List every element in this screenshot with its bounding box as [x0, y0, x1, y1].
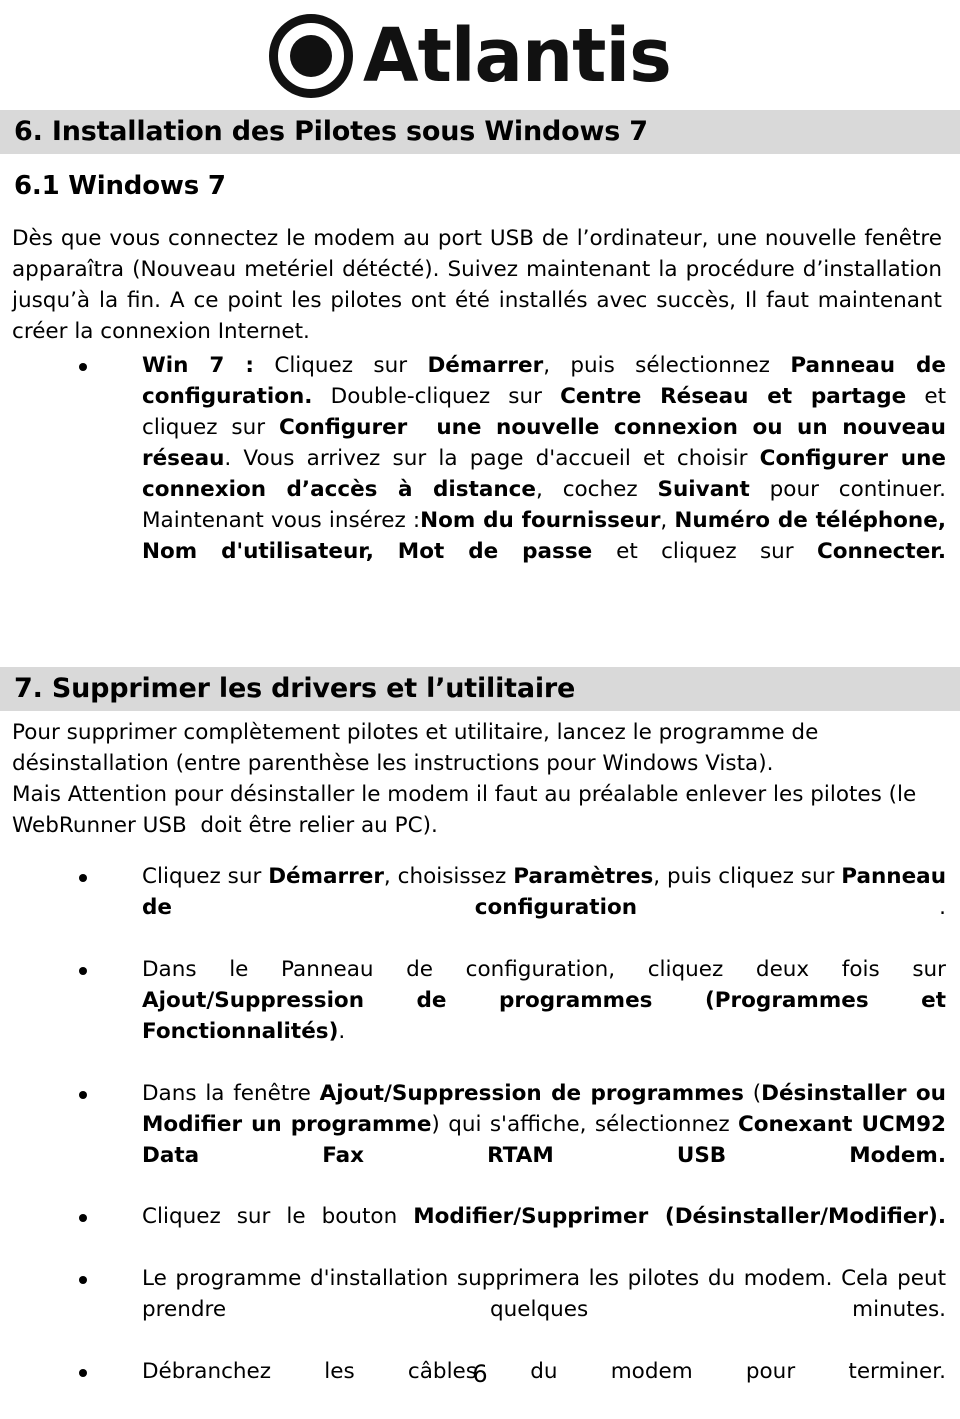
circle-dot-logo-icon [269, 14, 354, 98]
page-number: 6 [472, 1360, 488, 1388]
section-7-intro-paragraph: Pour supprimer complètement pilotes et u… [12, 718, 942, 842]
section-6-intro-paragraph: Dès que vous connectez le modem au port … [12, 226, 942, 344]
list-item: Cliquez sur le bouton Modifier/Supprimer… [0, 1202, 960, 1264]
list-item-text: Cliquez sur le bouton Modifier/Supprimer… [142, 1204, 946, 1230]
section-7-heading: 7. Supprimer les drivers et l’utilitaire [0, 667, 960, 711]
list-item-text: Le programme d'installation supprimera l… [142, 1266, 946, 1323]
section-7-intro-line-2: Mais Attention pour désinstaller le mode… [12, 781, 917, 838]
list-item: Cliquez sur Démarrer, choisissez Paramèt… [0, 862, 960, 955]
list-item: Win 7 : Cliquez sur Démarrer, puis sélec… [0, 351, 960, 599]
logo-wrap: Atlantis [269, 14, 680, 98]
section-6-bullet-list: Win 7 : Cliquez sur Démarrer, puis sélec… [0, 351, 960, 599]
brand-logo: Atlantis [0, 8, 960, 104]
list-item-text: Dans le Panneau de configuration, clique… [142, 956, 946, 1044]
list-item-text: Win 7 : Cliquez sur Démarrer, puis sélec… [142, 353, 947, 564]
list-item: Dans la fenêtre Ajout/Suppression de pro… [0, 1079, 960, 1203]
section-6-1-subheading: 6.1 Windows 7 [14, 171, 226, 201]
list-item-text: Cliquez sur Démarrer, choisissez Paramèt… [142, 864, 947, 920]
list-item: Le programme d'installation supprimera l… [0, 1264, 960, 1357]
section-6-heading: 6. Installation des Pilotes sous Windows… [0, 110, 960, 154]
section-7-intro-line-1: Pour supprimer complètement pilotes et u… [12, 720, 819, 776]
brand-name: Atlantis [363, 13, 672, 99]
list-item: Dans le Panneau de configuration, clique… [0, 955, 960, 1079]
section-7-bullet-list: Cliquez sur Démarrer, choisissez Paramèt… [0, 862, 960, 1419]
list-item-text: Dans la fenêtre Ajout/Suppression de pro… [142, 1080, 946, 1168]
